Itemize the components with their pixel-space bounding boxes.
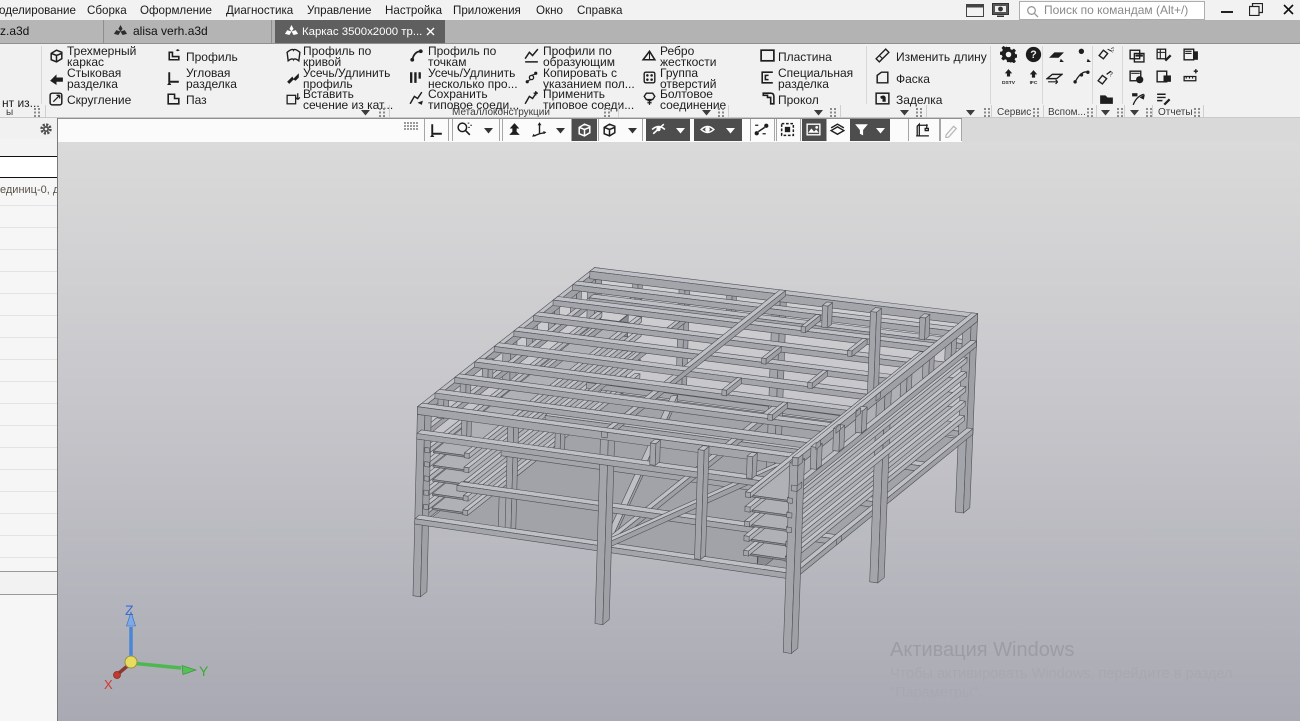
svg-text:X: X [104,677,113,692]
svg-text:?: ? [1111,46,1114,54]
svg-text:DSTV: DSTV [1002,80,1016,85]
svg-text:IFC: IFC [1030,80,1038,85]
svg-text:Y: Y [199,663,209,679]
svg-text:?: ? [1109,70,1113,79]
svg-text:Z: Z [125,602,134,618]
svg-text:?: ? [1030,49,1036,61]
